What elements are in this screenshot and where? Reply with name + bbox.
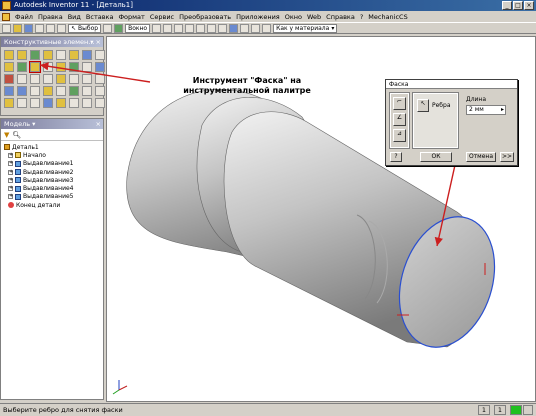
status-indicator xyxy=(510,405,522,415)
chamfer-method-group: ⌐ ∠ ⊿ xyxy=(389,92,410,149)
chevron-right-icon[interactable]: ▸ xyxy=(501,106,504,114)
distance-method-icon[interactable]: ⌐ xyxy=(393,97,406,110)
help-icon[interactable]: ? xyxy=(390,152,402,162)
status-cell-1: 1 xyxy=(478,405,490,415)
distance-angle-method-icon[interactable]: ∠ xyxy=(393,113,406,126)
edge-select-icon[interactable]: ↖ xyxy=(417,99,429,112)
arrow-to-chamfer-tool xyxy=(39,62,151,83)
length-value: 2 мм xyxy=(469,106,484,113)
chamfer-dialog: Фаска ⌐ ∠ ⊿ ↖ Ребра Длина 2 мм ▸ ? ОК Отм… xyxy=(385,79,518,166)
annotation-arrows xyxy=(39,62,466,247)
cancel-button[interactable]: Отмена xyxy=(466,152,496,162)
two-distances-method-icon[interactable]: ⊿ xyxy=(393,129,406,142)
status-cell-3 xyxy=(523,405,533,415)
status-text: Выберите ребро для снятия фаски xyxy=(3,406,123,414)
status-bar: Выберите ребро для снятия фаски 1 1 xyxy=(0,403,536,416)
edges-label: Ребра xyxy=(432,102,451,109)
dialog-title: Фаска xyxy=(386,80,517,89)
edges-group: ↖ Ребра xyxy=(412,92,459,149)
more-button[interactable]: >> xyxy=(500,152,514,162)
length-label: Длина xyxy=(466,96,487,103)
status-cell-2: 1 xyxy=(494,405,506,415)
length-field[interactable]: 2 мм ▸ xyxy=(466,105,506,115)
ok-button[interactable]: ОК xyxy=(420,152,452,162)
